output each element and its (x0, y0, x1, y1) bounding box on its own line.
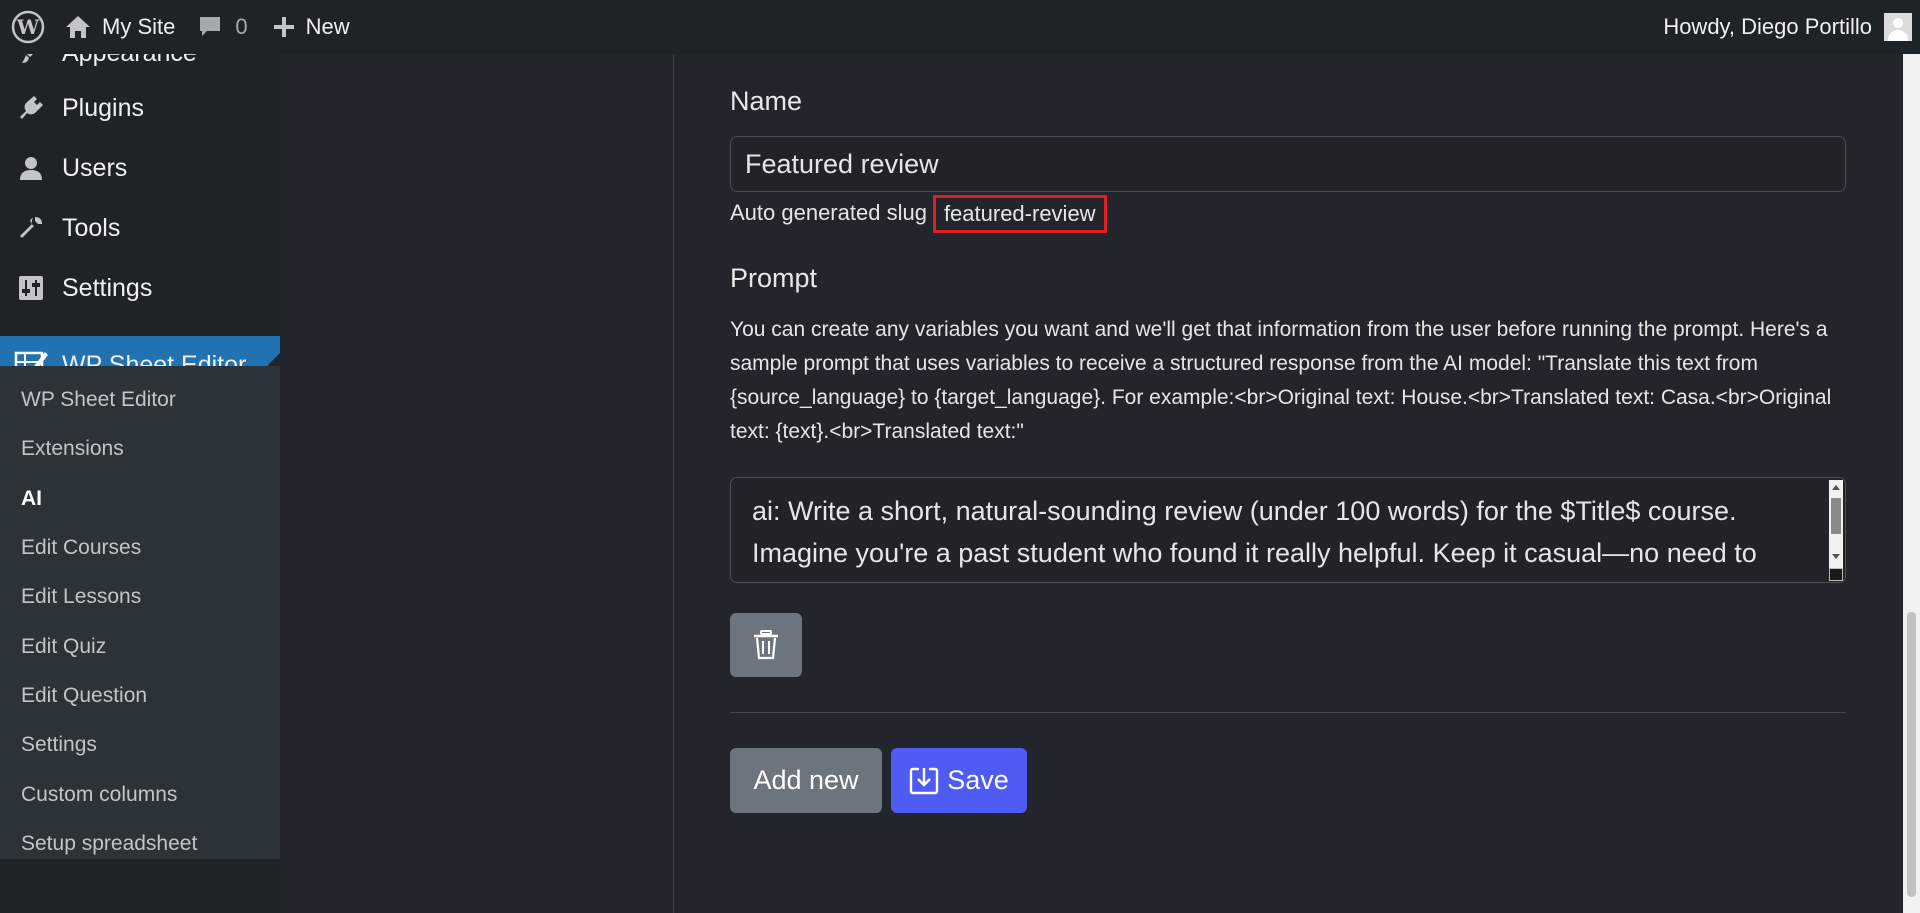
comment-icon (200, 17, 221, 36)
save-icon (910, 767, 939, 794)
plus-icon (273, 17, 294, 37)
slug-label: Auto generated slug (730, 200, 927, 225)
submenu: WP Sheet Editor Extensions AI Edit Cours… (0, 366, 280, 859)
svg-text:W: W (16, 15, 40, 39)
my-site-link[interactable]: My Site (56, 0, 183, 54)
prompt-help-text: You can create any variables you want an… (730, 318, 1832, 443)
menu-label: Plugins (62, 93, 144, 122)
submenu-item-wp-sheet-editor[interactable]: WP Sheet Editor (21, 380, 176, 420)
name-input[interactable] (730, 136, 1846, 192)
submenu-item-settings[interactable]: Settings (21, 725, 97, 765)
menu-item-users[interactable]: Users (0, 139, 280, 197)
my-account[interactable]: Howdy, Diego Portillo (1663, 0, 1920, 54)
scroll-down-icon[interactable] (1832, 554, 1840, 559)
home-icon (66, 16, 90, 38)
add-new-button[interactable]: Add new (730, 748, 882, 813)
submenu-item-custom-columns[interactable]: Custom columns (21, 775, 177, 815)
admin-sidebar: Appearance Plugins Users Tools Settings … (0, 54, 280, 913)
new-content-link[interactable]: New (262, 0, 360, 54)
slug-value: featured-review (932, 195, 1107, 233)
menu-label: Users (62, 153, 128, 182)
user-icon (0, 154, 62, 182)
wordpress-logo-icon[interactable]: W (0, 0, 56, 54)
textarea-resize-handle[interactable] (1829, 568, 1843, 581)
sliders-icon (0, 274, 62, 302)
submenu-item-extensions[interactable]: Extensions (21, 429, 124, 469)
submenu-item-ai[interactable]: AI (21, 479, 42, 519)
wrench-icon (0, 214, 62, 242)
menu-item-tools[interactable]: Tools (0, 199, 280, 257)
menu-item-settings[interactable]: Settings (0, 259, 280, 317)
submenu-item-edit-question[interactable]: Edit Question (21, 676, 147, 716)
prompt-label: Prompt (730, 263, 818, 293)
avatar (1884, 13, 1912, 41)
column-divider (673, 54, 674, 913)
menu-label: Tools (62, 213, 121, 242)
trash-icon (754, 630, 778, 660)
scroll-up-icon[interactable] (1832, 485, 1840, 490)
comments-link[interactable]: 0 (183, 0, 261, 54)
slug-row: Auto generated slug featured-review (730, 195, 1107, 233)
page-scrollbar[interactable] (1903, 54, 1920, 913)
new-label: New (305, 14, 350, 39)
menu-item-plugins[interactable]: Plugins (0, 79, 280, 137)
save-button[interactable]: Save (891, 748, 1027, 813)
scrollbar-thumb[interactable] (1831, 498, 1841, 534)
howdy-text: Howdy, Diego Portillo (1663, 14, 1872, 39)
save-label: Save (947, 765, 1009, 795)
form-divider (730, 712, 1846, 713)
menu-item-appearance[interactable]: Appearance (0, 54, 280, 82)
comments-count: 0 (235, 14, 248, 39)
textarea-scrollbar[interactable] (1829, 480, 1843, 580)
submenu-item-edit-courses[interactable]: Edit Courses (21, 528, 141, 568)
plug-icon (0, 94, 62, 122)
page-scrollbar-thumb[interactable] (1907, 612, 1916, 897)
name-label: Name (730, 86, 803, 116)
site-name: My Site (102, 14, 176, 39)
submenu-item-setup-spreadsheet[interactable]: Setup spreadsheet (21, 824, 197, 864)
paintbrush-icon (0, 54, 62, 66)
menu-label: Settings (62, 273, 153, 302)
submenu-item-edit-lessons[interactable]: Edit Lessons (21, 577, 141, 617)
prompt-textarea[interactable]: ai: Write a short, natural-sounding revi… (730, 477, 1846, 583)
admin-bar: W My Site 0 New Howdy, Diego Portillo (0, 0, 1920, 54)
menu-label: Appearance (62, 54, 197, 68)
delete-button[interactable] (730, 613, 802, 677)
submenu-item-edit-quiz[interactable]: Edit Quiz (21, 627, 106, 667)
